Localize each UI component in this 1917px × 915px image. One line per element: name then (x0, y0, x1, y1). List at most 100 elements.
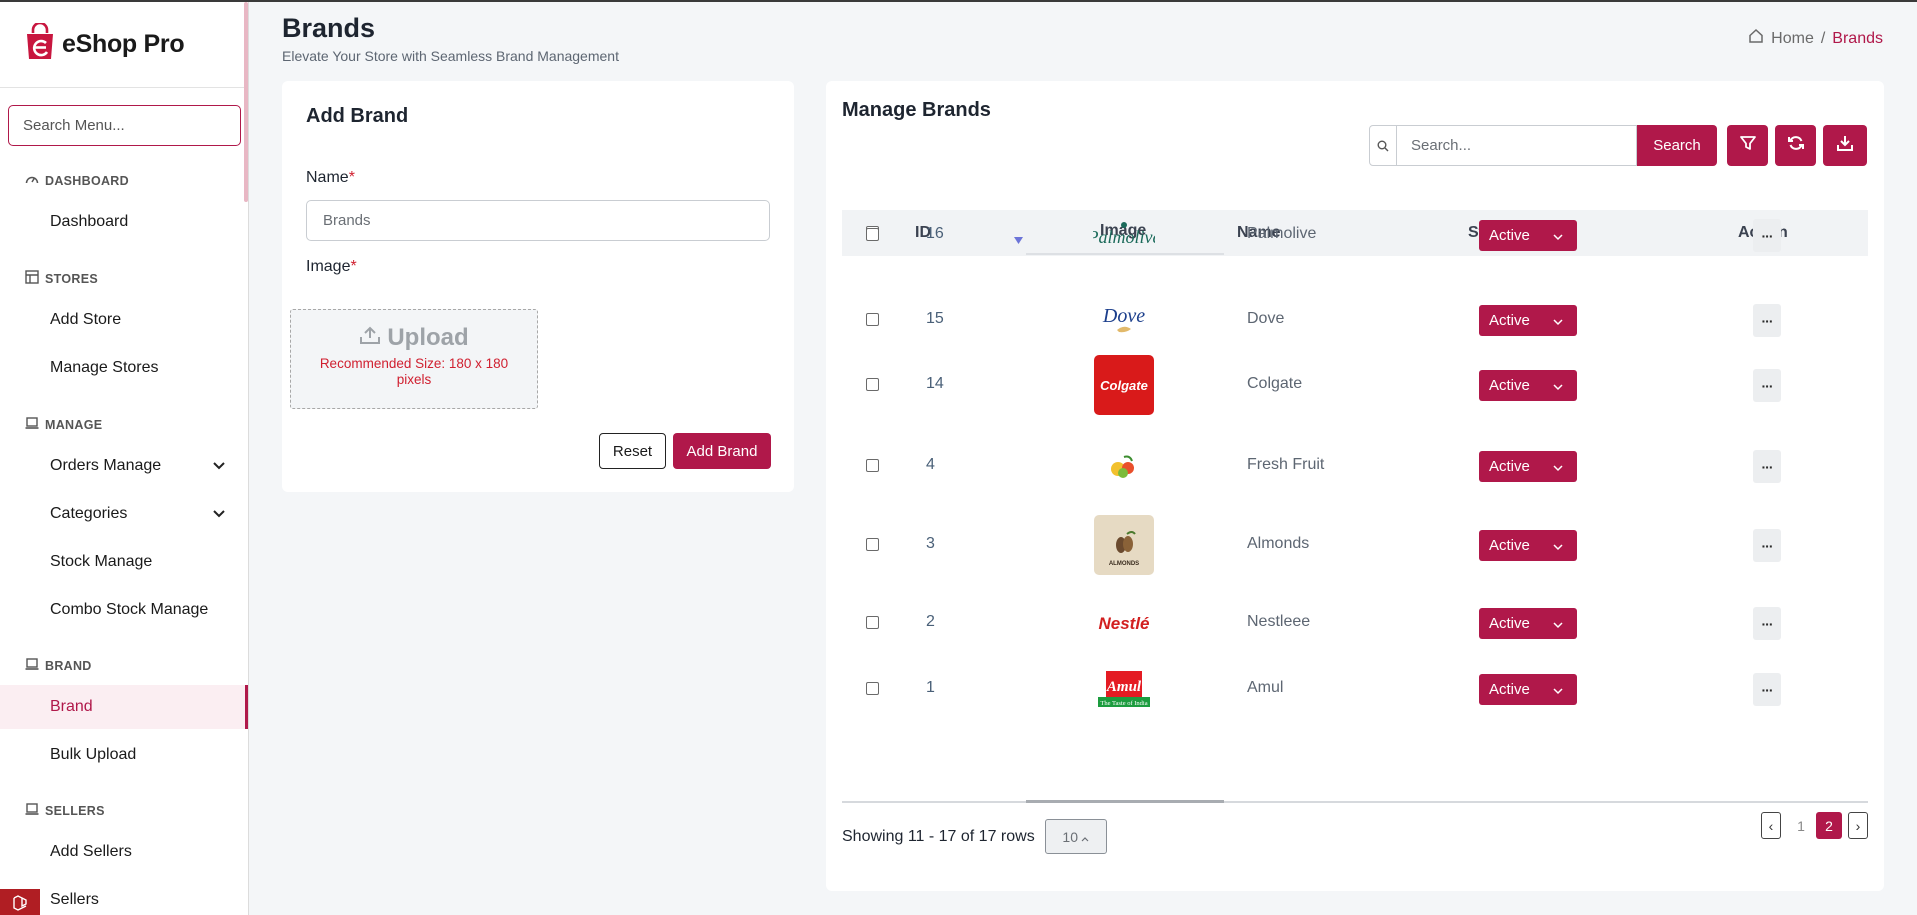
sidebar-item-stock-manage[interactable]: Stock Manage (0, 540, 248, 584)
laravel-debug-icon[interactable] (0, 889, 40, 915)
chevron-down-icon (1553, 683, 1563, 700)
sidebar-item-bulk-upload[interactable]: Bulk Upload (0, 733, 248, 777)
row-name: Dove (1247, 310, 1285, 327)
row-id: 4 (926, 456, 935, 473)
sidebar-item-manage-stores[interactable]: Manage Stores (0, 346, 248, 390)
row-action-menu-button[interactable]: ··· (1753, 529, 1781, 562)
home-icon (1748, 28, 1764, 49)
sidebar-item-add-store[interactable]: Add Store (0, 298, 248, 342)
row-id: 15 (926, 310, 944, 327)
sidebar-item-label: Add Sellers (50, 843, 132, 860)
row-name: Palmolive (1247, 225, 1317, 242)
page-subtitle: Elevate Your Store with Seamless Brand M… (282, 48, 619, 64)
sidebar: eShop Pro Search Menu... DASHBOARD Dashb… (0, 2, 249, 915)
status-dropdown[interactable]: Active (1479, 608, 1577, 639)
nestle-logo: Nestlé (1093, 593, 1155, 653)
table-search-input[interactable]: Search... (1369, 125, 1637, 166)
download-icon (1836, 134, 1854, 157)
section-manage: MANAGE (25, 416, 102, 433)
pagination-page-1[interactable]: 1 (1789, 812, 1813, 839)
sidebar-item-label: Bulk Upload (50, 746, 137, 763)
sidebar-item-label: Add Store (50, 311, 122, 328)
status-dropdown[interactable]: Active (1479, 305, 1577, 336)
store-grid-icon (25, 270, 39, 287)
sidebar-item-categories[interactable]: Categories (0, 492, 248, 536)
search-icon (1370, 126, 1397, 165)
app-logo[interactable]: eShop Pro (0, 2, 248, 88)
sidebar-item-label: Dashboard (50, 213, 129, 230)
breadcrumb-current: Brands (1832, 29, 1883, 47)
section-sellers: SELLERS (25, 802, 105, 819)
pagination-next-button[interactable]: › (1848, 812, 1868, 839)
sidebar-item-add-sellers[interactable]: Add Sellers (0, 830, 248, 874)
table-row: 14 Colgate Colgate Active ··· (842, 355, 1868, 415)
section-title: BRAND (45, 658, 92, 673)
row-action-menu-button[interactable]: ··· (1753, 369, 1781, 402)
sidebar-item-dashboard[interactable]: Dashboard (0, 200, 248, 244)
row-action-menu-button[interactable]: ··· (1753, 607, 1781, 640)
status-dropdown[interactable]: Active (1479, 451, 1577, 482)
breadcrumb-home[interactable]: Home (1771, 30, 1814, 48)
chevron-down-icon (1553, 460, 1563, 477)
manage-brands-card: Manage Brands Search... Search ID Image … (826, 81, 1884, 891)
row-action-menu-button[interactable]: ··· (1753, 673, 1781, 706)
table-row: 1 Amul The Taste of India Amul Active ··· (842, 659, 1868, 719)
amul-logo: Amul The Taste of India (1093, 659, 1155, 719)
reset-button[interactable]: Reset (599, 433, 666, 469)
row-checkbox[interactable] (866, 616, 879, 629)
section-title: SELLERS (45, 803, 105, 818)
add-brand-title: Add Brand (306, 105, 409, 127)
row-id: 1 (926, 679, 935, 696)
status-dropdown[interactable]: Active (1479, 530, 1577, 561)
pagination-page-2[interactable]: 2 (1816, 812, 1842, 839)
refresh-button[interactable] (1775, 125, 1816, 166)
sidebar-item-label: Combo Stock Manage (50, 601, 209, 618)
row-action-menu-button[interactable]: ··· (1753, 450, 1781, 483)
sidebar-item-brand[interactable]: Brand (0, 685, 248, 729)
status-label: Active (1489, 458, 1530, 475)
upload-size-note: Recommended Size: 180 x 180 pixels (319, 356, 509, 387)
row-checkbox[interactable] (866, 228, 879, 241)
sidebar-item-combo-stock-manage[interactable]: Combo Stock Manage (0, 588, 248, 632)
add-brand-card: Add Brand Name* Brands Image* Upload Rec… (282, 81, 794, 492)
row-checkbox[interactable] (866, 378, 879, 391)
row-checkbox[interactable] (866, 459, 879, 472)
sidebar-item-orders-manage[interactable]: Orders Manage (0, 444, 248, 488)
row-checkbox[interactable] (866, 682, 879, 695)
filter-icon (1739, 134, 1757, 157)
download-button[interactable] (1823, 125, 1867, 166)
laptop-icon (25, 657, 39, 674)
upload-header: Upload (291, 324, 537, 352)
svg-text:Amul: Amul (1106, 679, 1142, 695)
filter-button[interactable] (1727, 125, 1768, 166)
row-action-menu-button[interactable]: ··· (1753, 304, 1781, 337)
status-dropdown[interactable]: Active (1479, 220, 1577, 251)
sidebar-item-label: Stock Manage (50, 553, 153, 570)
image-upload-dropzone[interactable]: Upload Recommended Size: 180 x 180 pixel… (290, 309, 538, 409)
laptop-icon (25, 416, 39, 433)
sidebar-search-input[interactable]: Search Menu... (8, 105, 241, 146)
row-name: Fresh Fruit (1247, 456, 1325, 473)
row-id: 2 (926, 613, 935, 630)
page-size-select[interactable]: 10 (1044, 819, 1107, 854)
status-dropdown[interactable]: Active (1479, 674, 1577, 705)
chevron-down-icon (212, 458, 226, 477)
add-brand-button[interactable]: Add Brand (673, 433, 771, 469)
chevron-down-icon (1553, 314, 1563, 331)
brand-name-input[interactable]: Brands (306, 200, 770, 241)
row-name: Amul (1247, 679, 1284, 696)
sidebar-scrollbar[interactable] (244, 2, 248, 202)
search-button[interactable]: Search (1637, 125, 1717, 166)
sidebar-item-label: Categories (50, 505, 128, 522)
svg-text:ALMONDS: ALMONDS (1109, 561, 1139, 567)
pagination-info: Showing 11 - 17 of 17 rows 10 (842, 819, 1107, 854)
status-label: Active (1489, 227, 1530, 244)
pagination-prev-button[interactable]: ‹ (1761, 812, 1781, 839)
row-checkbox[interactable] (866, 313, 879, 326)
status-dropdown[interactable]: Active (1479, 370, 1577, 401)
row-checkbox[interactable] (866, 538, 879, 551)
svg-text:The Taste of India: The Taste of India (1100, 700, 1147, 707)
section-dashboard: DASHBOARD (25, 172, 129, 189)
svg-text:Nestlé: Nestlé (1098, 614, 1149, 633)
row-action-menu-button[interactable]: ··· (1753, 219, 1781, 252)
